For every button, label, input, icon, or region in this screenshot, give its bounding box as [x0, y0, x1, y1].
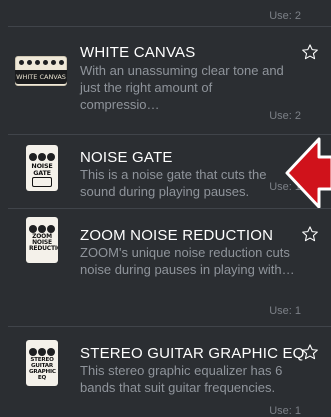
pedal-icon: ZOOM NOISE REDUCTION	[26, 217, 58, 263]
amp-head-icon: WHITE CANVAS	[15, 56, 67, 86]
preset-title: WHITE CANVAS	[80, 44, 196, 61]
pedal-icon: NOISE GATE	[26, 145, 58, 191]
list-item[interactable]: ZOOM NOISE REDUCTION ZOOM NOISE REDUCTIO…	[0, 209, 331, 326]
star-outline-icon[interactable]	[301, 343, 319, 361]
preset-title: NOISE GATE	[80, 149, 173, 166]
pedal-label: NOISE GATE	[31, 162, 53, 177]
use-count: Use: 1	[269, 305, 301, 317]
preset-title: ZOOM NOISE REDUCTION	[80, 227, 274, 244]
use-count: Use: 2	[269, 10, 301, 22]
list-item[interactable]: STEREO GUITAR GRAPHIC EQ STEREO GUITAR G…	[0, 327, 331, 417]
preset-description: This stereo graphic equalizer has 6 band…	[80, 363, 283, 395]
preset-title: STEREO GUITAR GRAPHIC EQ	[80, 345, 305, 362]
use-count: Use: 2	[269, 110, 301, 122]
pedal-icon: STEREO GUITAR GRAPHIC EQ	[26, 340, 58, 386]
star-outline-icon[interactable]	[301, 225, 319, 243]
list-item[interactable]: Use: 2	[0, 0, 331, 26]
pedal-label: STEREO GUITAR GRAPHIC EQ	[29, 357, 56, 381]
amp-head-label: WHITE CANVAS	[16, 73, 66, 81]
list-item[interactable]: WHITE CANVAS WHITE CANVAS With an unassu…	[0, 27, 331, 134]
preset-description: ZOOM's unique noise reduction cuts noise…	[80, 245, 295, 277]
star-outline-icon[interactable]	[301, 43, 319, 61]
red-arrow-icon	[285, 137, 331, 209]
list-item[interactable]: NOISE GATE NOISE GATE This is a noise ga…	[0, 135, 331, 208]
pedal-label: ZOOM NOISE REDUCTION	[29, 233, 58, 252]
preset-description: With an unassuming clear tone and just t…	[80, 63, 284, 112]
preset-description: This is a noise gate that cuts the sound…	[80, 167, 267, 199]
use-count: Use: 1	[269, 405, 301, 417]
